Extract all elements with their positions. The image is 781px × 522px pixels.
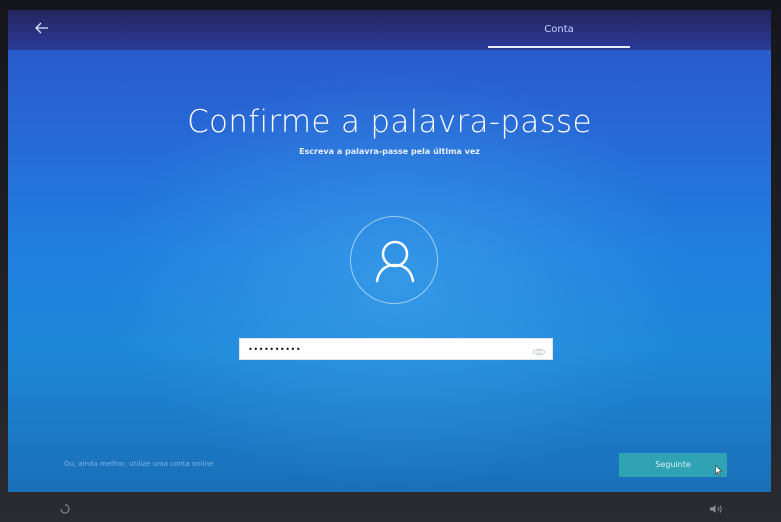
- eye-icon: [532, 348, 546, 356]
- step-tab-conta: Conta: [544, 24, 574, 35]
- back-button[interactable]: [30, 18, 54, 40]
- user-icon: [375, 240, 415, 283]
- step-tab-indicator: [488, 46, 630, 48]
- reveal-password-button[interactable]: [532, 343, 546, 356]
- page-title: Confirme a palavra-passe: [187, 104, 592, 140]
- page-subtitle: Escreva a palavra-passe pela última vez: [299, 147, 480, 156]
- password-input[interactable]: [248, 341, 518, 357]
- mouse-cursor-icon: [715, 465, 723, 476]
- ease-of-access-icon[interactable]: [58, 503, 72, 515]
- monitor-frame: Conta Confirme a palavra-passe Escreva a…: [0, 0, 781, 522]
- online-account-link[interactable]: Ou, ainda melhor, utilize uma conta onli…: [64, 460, 213, 468]
- oobe-screen: Conta Confirme a palavra-passe Escreva a…: [8, 10, 771, 492]
- password-field[interactable]: [239, 338, 553, 360]
- top-bar: Conta: [8, 10, 771, 50]
- volume-icon[interactable]: [708, 503, 724, 515]
- avatar: [350, 216, 438, 304]
- back-arrow-icon: [35, 22, 48, 34]
- next-button[interactable]: Seguinte: [619, 453, 727, 477]
